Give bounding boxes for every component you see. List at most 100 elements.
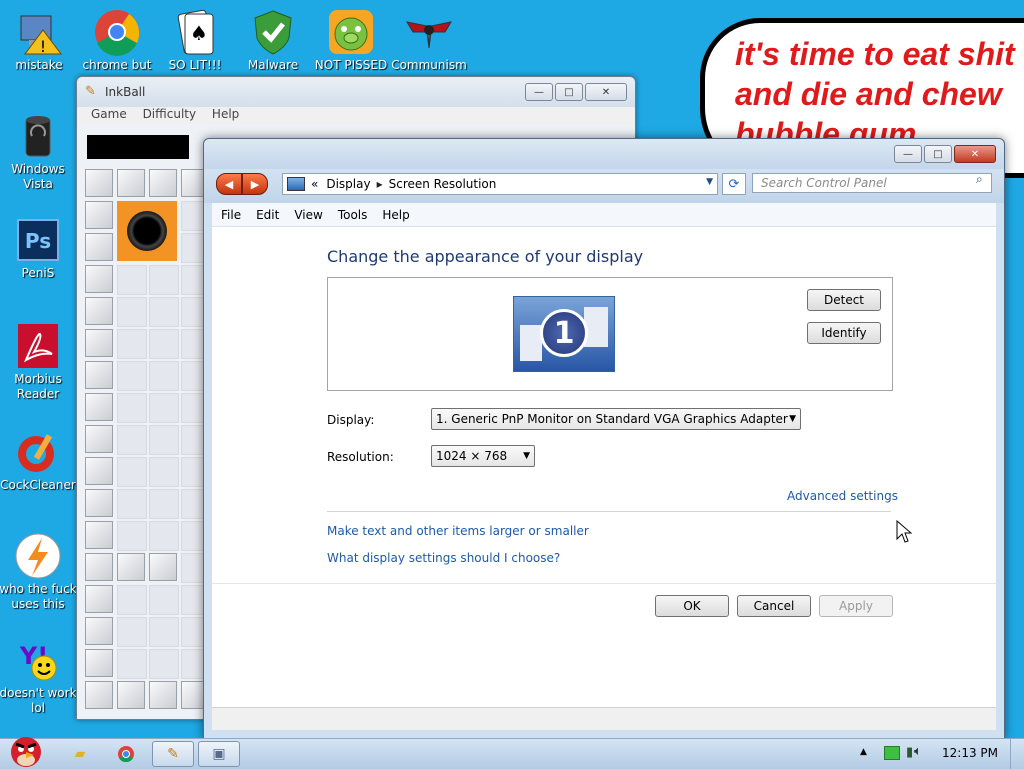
menu-game[interactable]: Game	[91, 107, 127, 121]
board-cell	[149, 489, 179, 519]
breadcrumb-screen-resolution[interactable]: Screen Resolution	[389, 177, 497, 191]
folder-icon: ▰	[74, 746, 86, 762]
board-wall-tile	[85, 265, 113, 293]
menu-edit[interactable]: Edit	[256, 208, 279, 222]
maximize-button[interactable]: □	[924, 145, 952, 163]
network-icon[interactable]	[884, 746, 900, 760]
resolution-label: Resolution:	[327, 450, 394, 464]
board-cell	[149, 425, 179, 455]
hole-ring-icon	[127, 211, 167, 251]
desktop-icon-yahoo[interactable]: Y! doesn't work lol	[0, 636, 78, 716]
text-size-link[interactable]: Make text and other items larger or smal…	[327, 524, 589, 538]
desktop-icon-windows-vista[interactable]: Windows Vista	[0, 112, 78, 192]
speaker-icon[interactable]: 🔈︎	[914, 744, 922, 759]
desktop-icon-label: SO LIT!!!	[168, 58, 222, 72]
taskbar-chrome[interactable]	[108, 741, 144, 767]
display-select[interactable]: 1. Generic PnP Monitor on Standard VGA G…	[431, 408, 801, 430]
cp-titlebar[interactable]: — □ ✕	[204, 139, 1004, 169]
menu-difficulty[interactable]: Difficulty	[143, 107, 197, 121]
board-wall-tile	[85, 169, 113, 197]
menu-help[interactable]: Help	[382, 208, 409, 222]
minimize-button[interactable]: —	[525, 83, 553, 101]
forward-button[interactable]: ▶	[242, 173, 268, 195]
taskbar-inkball[interactable]: ✎	[152, 741, 194, 767]
angry-bird-icon	[11, 737, 41, 767]
taskbar-control-panel[interactable]: ▣	[198, 741, 240, 767]
detect-button[interactable]: Detect	[807, 289, 881, 311]
search-input[interactable]: Search Control Panel	[752, 173, 992, 193]
emblem-icon	[405, 8, 453, 56]
desktop-icon-communism[interactable]: Communism	[389, 8, 469, 73]
dropdown-arrow-icon: ▼	[523, 451, 530, 461]
ok-button[interactable]: OK	[655, 595, 729, 617]
board-wall-tile	[85, 201, 113, 229]
close-button[interactable]: ✕	[954, 145, 996, 163]
taskbar-clock[interactable]: 12:13 PM	[942, 746, 998, 760]
desktop-icon-not-pissed[interactable]: NOT PISSED	[311, 8, 391, 73]
monitor-number: 1	[540, 309, 588, 357]
address-bar[interactable]: « Display ▸ Screen Resolution ▼	[282, 173, 718, 195]
board-wall-tile	[85, 585, 113, 613]
menu-view[interactable]: View	[294, 208, 322, 222]
display-help-link[interactable]: What display settings should I choose?	[327, 551, 560, 565]
breadcrumb-display[interactable]: Display	[326, 177, 370, 191]
desktop-icon-morbius-reader[interactable]: Morbius Reader	[0, 322, 78, 402]
desktop-icon-winamp[interactable]: who the fuck uses this	[0, 532, 78, 612]
advanced-settings-link[interactable]: Advanced settings	[787, 489, 898, 503]
back-arrow-icon: ◀	[224, 177, 234, 191]
maximize-button[interactable]: □	[555, 83, 583, 101]
resolution-select[interactable]: 1024 × 768 ▼	[431, 445, 535, 467]
control-panel-monitor-icon	[287, 177, 305, 191]
menu-help[interactable]: Help	[212, 107, 239, 121]
desktop-icon-label: Malware	[247, 58, 299, 72]
inkball-title: InkBall	[105, 85, 146, 99]
desktop-icon-label: mistake	[15, 58, 63, 72]
screen-resolution-window[interactable]: — □ ✕ ◀ ▶ « Display ▸ Screen Resolution …	[203, 138, 1005, 740]
desktop-icon-penis[interactable]: Ps PeniS	[0, 216, 78, 281]
yahoo-messenger-icon: Y!	[14, 636, 62, 684]
monitor-1-thumbnail[interactable]: 1	[513, 296, 615, 372]
desktop-icon-chrome[interactable]: chrome but	[77, 8, 157, 73]
maximize-icon: □	[933, 148, 943, 160]
chrome-icon	[93, 8, 141, 56]
start-button[interactable]	[0, 731, 52, 769]
board-cell	[149, 585, 179, 615]
desktop-icon-cockcleaner[interactable]: CockCleaner	[0, 428, 78, 493]
board-cell	[149, 457, 179, 487]
monitor-arrangement-panel: 1 Detect Identify	[327, 277, 893, 391]
identify-button[interactable]: Identify	[807, 322, 881, 344]
svg-text:♠: ♠	[190, 21, 208, 45]
apply-button[interactable]: Apply	[819, 595, 893, 617]
show-hidden-icons-icon[interactable]: ▲	[860, 747, 867, 757]
board-cell	[149, 649, 179, 679]
computer-warning-icon: !	[15, 8, 63, 56]
cancel-button[interactable]: Cancel	[737, 595, 811, 617]
menu-tools[interactable]: Tools	[338, 208, 368, 222]
desktop-icon-solitaire[interactable]: ♠ SO LIT!!!	[155, 8, 235, 73]
close-button[interactable]: ✕	[585, 83, 627, 101]
board-wall-tile	[85, 649, 113, 677]
show-desktop-button[interactable]	[1010, 739, 1024, 769]
menu-file[interactable]: File	[221, 208, 241, 222]
minimize-button[interactable]: —	[894, 145, 922, 163]
cp-menubar: File Edit View Tools Help	[212, 203, 996, 227]
dropdown-arrow-icon: ▼	[789, 414, 796, 424]
shield-check-icon	[249, 8, 297, 56]
desktop-icon-label: Windows Vista	[11, 162, 65, 191]
inkball-icon: ✎	[167, 746, 179, 762]
back-button[interactable]: ◀	[216, 173, 242, 195]
inkball-titlebar[interactable]: ✎ InkBall — □ ✕	[77, 77, 635, 107]
desktop-icon-malware[interactable]: Malware	[233, 8, 313, 73]
breadcrumb-prefix[interactable]: «	[311, 177, 318, 191]
chrome-icon	[118, 746, 134, 763]
board-cell	[149, 361, 179, 391]
address-dropdown-icon[interactable]: ▼	[706, 177, 713, 187]
search-icon[interactable]: ⌕	[976, 172, 998, 187]
board-wall-tile	[117, 681, 145, 709]
taskbar-explorer[interactable]: ▰	[62, 741, 98, 767]
photoshop-icon: Ps	[14, 216, 62, 264]
board-wall-tile	[85, 233, 113, 261]
desktop-icon-mistake[interactable]: ! mistake	[0, 8, 79, 73]
refresh-button[interactable]: ⟳	[722, 173, 746, 195]
board-wall-tile	[85, 329, 113, 357]
